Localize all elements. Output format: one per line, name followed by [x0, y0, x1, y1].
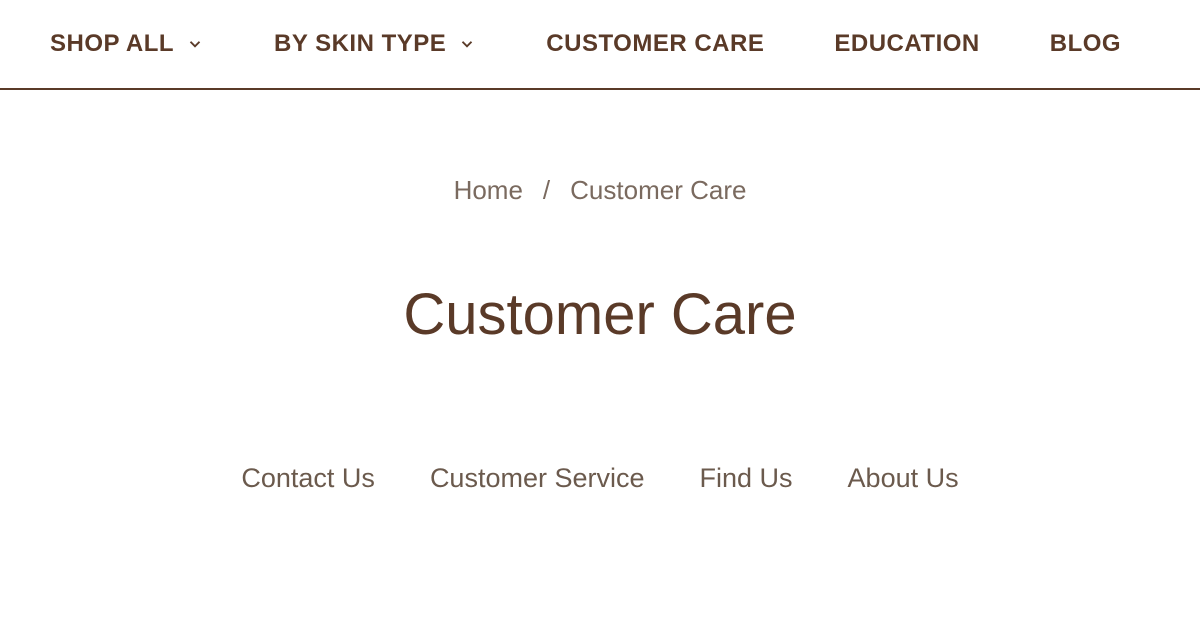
nav-label: BLOG: [1050, 30, 1121, 58]
chevron-down-icon: [458, 35, 476, 53]
nav-item-customer-care[interactable]: CUSTOMER CARE: [546, 30, 764, 58]
nav-label: EDUCATION: [834, 30, 979, 58]
tab-customer-service[interactable]: Customer Service: [430, 463, 645, 494]
tab-contact-us[interactable]: Contact Us: [241, 463, 375, 494]
main-nav: SHOP ALL BY SKIN TYPE CUSTOMER CARE EDUC…: [0, 0, 1200, 90]
breadcrumb-home[interactable]: Home: [454, 175, 523, 206]
nav-label: CUSTOMER CARE: [546, 30, 764, 58]
nav-item-shop-all[interactable]: SHOP ALL: [50, 30, 204, 58]
main-content: Home / Customer Care Customer Care Conta…: [0, 90, 1200, 494]
page-title: Customer Care: [0, 281, 1200, 348]
breadcrumb-separator: /: [543, 175, 550, 206]
chevron-down-icon: [186, 35, 204, 53]
nav-label: BY SKIN TYPE: [274, 30, 446, 58]
nav-item-by-skin-type[interactable]: BY SKIN TYPE: [274, 30, 476, 58]
tabs: Contact Us Customer Service Find Us Abou…: [0, 463, 1200, 494]
tab-find-us[interactable]: Find Us: [700, 463, 793, 494]
nav-item-education[interactable]: EDUCATION: [834, 30, 979, 58]
nav-label: SHOP ALL: [50, 30, 174, 58]
tab-about-us[interactable]: About Us: [848, 463, 959, 494]
breadcrumb: Home / Customer Care: [0, 175, 1200, 206]
nav-item-blog[interactable]: BLOG: [1050, 30, 1121, 58]
breadcrumb-current: Customer Care: [570, 175, 746, 206]
